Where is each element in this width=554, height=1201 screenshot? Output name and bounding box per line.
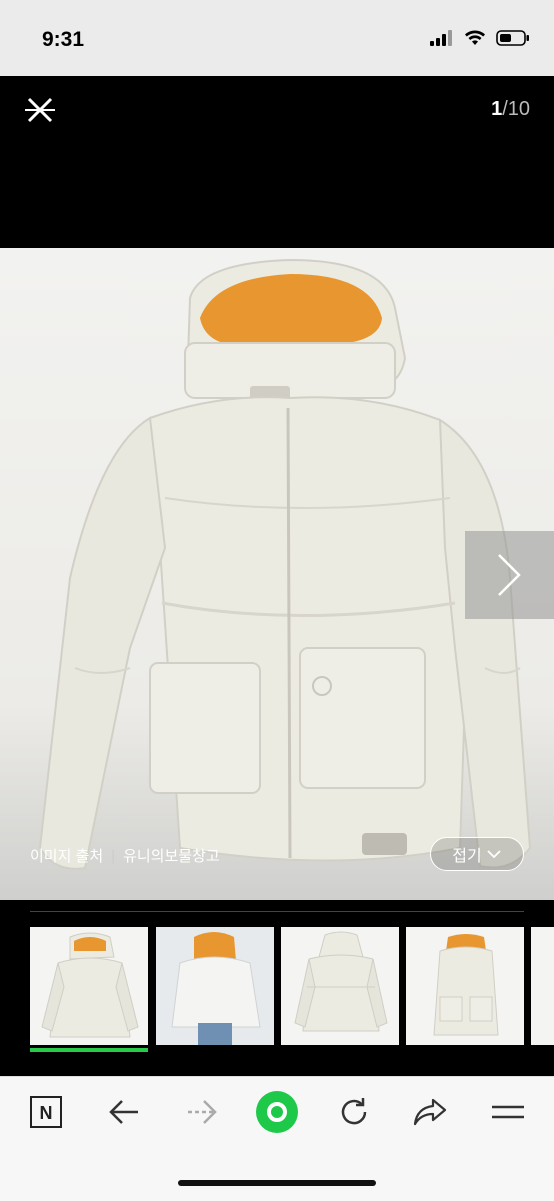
image-counter: 1/10 [491,98,530,121]
thumbnail-vest-image [433,934,499,1036]
share-button[interactable] [410,1092,450,1132]
image-source: 이미지 출처 | 유니의보물창고 [30,845,220,866]
thumbnail-5[interactable] [531,927,554,1045]
source-label: 이미지 출처 [30,848,104,865]
refresh-button[interactable] [334,1092,374,1132]
home-indicator [178,1180,376,1186]
fold-button[interactable]: 접기 [430,837,524,871]
fold-label: 접기 [452,848,482,865]
thumbnail-active-indicator [30,1048,148,1052]
naver-home-button[interactable]: N [26,1092,66,1132]
status-time: 9:31 [42,28,85,51]
image-viewer-header [0,76,554,248]
thumbnail-jacket-image [41,932,139,1038]
thumbnail-divider [30,911,524,912]
menu-icon [492,1105,524,1119]
close-icon [25,97,55,123]
thumbnail-jacket-back-image [294,931,388,1032]
signal-icon [430,30,452,46]
back-arrow-icon [109,1100,138,1124]
battery-icon [496,30,529,46]
svg-text:N: N [40,1103,53,1123]
chevron-down-icon [487,850,501,859]
counter-total: /10 [502,98,530,120]
chevron-right-icon [498,554,521,596]
refresh-icon [341,1098,367,1125]
thumbnail-1[interactable] [30,927,148,1045]
forward-arrow-icon [188,1100,217,1124]
thumbnail-model-image [156,927,274,1045]
forward-button[interactable] [182,1092,222,1132]
naver-home-icon: N [30,1096,62,1128]
counter-current: 1 [491,98,503,120]
source-separator: | [111,848,116,865]
share-icon [413,1098,447,1126]
back-button[interactable] [104,1092,144,1132]
source-name[interactable]: 유니의보물창고 [123,848,220,865]
green-home-button[interactable] [255,1090,299,1134]
green-home-icon [256,1091,298,1133]
thumbnail-2[interactable] [156,927,274,1045]
thumbnail-3[interactable] [281,927,399,1045]
status-icons [430,30,530,46]
menu-button[interactable] [488,1092,528,1132]
next-image-button[interactable] [465,531,554,619]
thumbnail-4[interactable] [406,927,524,1045]
status-bar: 9:31 [0,0,554,76]
wifi-icon [465,30,485,45]
close-button[interactable] [22,92,58,128]
